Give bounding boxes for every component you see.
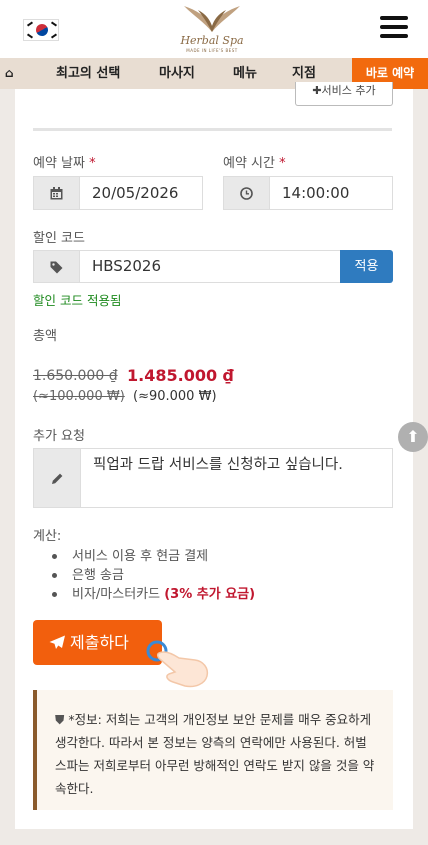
promo-success-message: 할인 코드 적용됨 xyxy=(33,293,122,308)
booking-date-input[interactable]: 20/05/2026 xyxy=(79,176,203,210)
date-label-text: 예약 날짜 xyxy=(33,156,85,171)
section-divider xyxy=(33,128,392,131)
privacy-notice: ⛊ *정보: 저희는 고객의 개인정보 보안 문제를 매우 중요하게 생각한다. … xyxy=(33,690,393,810)
pencil-icon xyxy=(33,448,80,508)
flag-trigram xyxy=(50,21,58,27)
privacy-notice-text: *정보: 저희는 고객의 개인정보 보안 문제를 매우 중요하게 생각한다. 따… xyxy=(55,712,375,796)
hamburger-icon[interactable] xyxy=(380,16,408,42)
discounted-price-krw: (≈90.000 ₩) xyxy=(133,389,217,404)
flag-trigram xyxy=(50,33,58,39)
date-label: 예약 날짜 * xyxy=(33,152,96,171)
original-price: 1.650.000 ₫ xyxy=(33,368,118,384)
nav-item-massage[interactable]: 마사지 xyxy=(159,58,195,89)
required-mark: * xyxy=(279,156,286,171)
pointing-hand-icon xyxy=(146,640,209,688)
payment-method-bank: 은행 송금 xyxy=(48,566,255,585)
payment-method-cash-text: 서비스 이용 후 현금 결제 xyxy=(72,549,209,564)
hamburger-line xyxy=(380,16,408,20)
time-label-text: 예약 시간 xyxy=(223,156,275,171)
calc-label: 계산: xyxy=(33,529,62,544)
tag-svg xyxy=(50,261,63,274)
shield-icon: ⛊ xyxy=(55,712,65,727)
logo-tagline: MADE IN LIFE'S BEST xyxy=(186,48,238,53)
flag-trigram xyxy=(26,21,34,27)
card-surcharge: (3% 추가 요금) xyxy=(164,587,256,602)
request-textarea[interactable]: 픽업과 드랍 서비스를 신청하고 싶습니다. xyxy=(80,448,393,508)
home-icon[interactable]: ⌂ xyxy=(5,58,14,89)
nav-item-best-choice[interactable]: 최고의 선택 xyxy=(56,58,120,89)
pencil-svg xyxy=(51,473,62,484)
nav-item-menu[interactable]: 메뉴 xyxy=(233,58,257,89)
wings-logo-icon xyxy=(184,6,240,32)
time-label: 예약 시간 * xyxy=(223,152,286,171)
discounted-price: 1.485.000 ₫ xyxy=(127,366,234,385)
clock-icon xyxy=(223,176,269,210)
plus-icon: ✚ xyxy=(312,84,322,97)
total-label: 총액 xyxy=(33,329,57,344)
add-service-label: 서비스 추가 xyxy=(321,84,376,97)
add-service-button[interactable]: ✚서비스 추가 xyxy=(295,82,393,106)
paper-plane-icon xyxy=(49,635,65,649)
required-mark: * xyxy=(89,156,96,171)
submit-button[interactable]: 제출하다 xyxy=(33,620,162,665)
logo-brand-text: Herbal Spa xyxy=(180,34,244,47)
hamburger-line xyxy=(380,25,408,29)
calendar-svg xyxy=(50,187,63,200)
clock-svg xyxy=(240,187,253,200)
apply-promo-button[interactable]: 적용 xyxy=(340,250,393,283)
submit-label: 제출하다 xyxy=(70,633,129,652)
promo-label: 할인 코드 xyxy=(33,231,85,246)
tag-icon xyxy=(33,250,79,283)
taeguk-icon xyxy=(33,21,51,39)
herbal-spa-logo[interactable]: Herbal Spa MADE IN LIFE'S BEST xyxy=(172,0,252,56)
booking-time-input[interactable]: 14:00:00 xyxy=(269,176,393,210)
scroll-top-arrow-icon[interactable]: ⬆ xyxy=(398,422,428,452)
payment-method-card: 비자/마스터카드 (3% 추가 요금) xyxy=(48,585,255,604)
calendar-icon xyxy=(33,176,79,210)
site-header: Herbal Spa MADE IN LIFE'S BEST xyxy=(0,0,428,58)
original-price-krw: (≈100.000 ₩) xyxy=(33,389,125,404)
payment-method-cash: 서비스 이용 후 현금 결제 xyxy=(48,547,255,566)
south-korea-flag-icon[interactable] xyxy=(23,19,59,41)
promo-code-input[interactable]: HBS2026 xyxy=(79,250,341,283)
payment-methods-list: 서비스 이용 후 현금 결제 은행 송금 비자/마스터카드 (3% 추가 요금) xyxy=(48,547,255,604)
request-label: 추가 요청 xyxy=(33,429,85,444)
payment-method-card-text: 비자/마스터카드 xyxy=(72,587,165,602)
hamburger-line xyxy=(380,34,408,38)
flag-trigram xyxy=(26,33,34,39)
payment-method-bank-text: 은행 송금 xyxy=(72,568,124,583)
